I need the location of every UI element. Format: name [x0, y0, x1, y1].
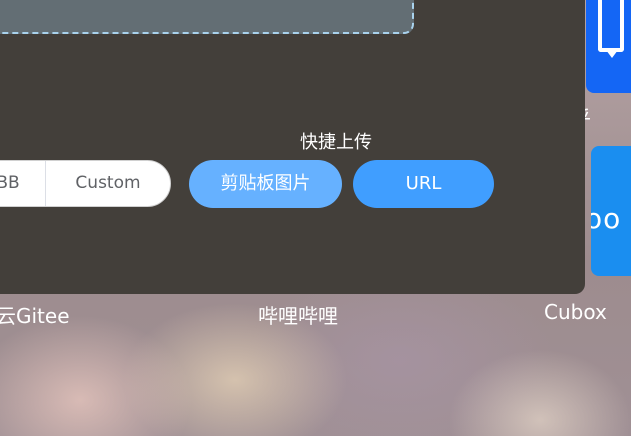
- zhihu-logo-icon: [598, 0, 624, 58]
- upload-source-tabs: BB Custom: [0, 160, 171, 207]
- cubox-tile[interactable]: oo: [591, 146, 631, 276]
- bilibili-app-label[interactable]: 哔哩哔哩: [258, 300, 338, 329]
- cubox-app-label[interactable]: Cubox: [544, 300, 607, 324]
- upload-dropzone[interactable]: [0, 0, 414, 34]
- upload-dialog: [0, 0, 585, 294]
- zhihu-tile[interactable]: [586, 0, 631, 93]
- quick-upload-title: 快捷上传: [300, 132, 372, 153]
- gitee-app-label[interactable]: 云Gitee: [0, 300, 70, 329]
- url-upload-button[interactable]: URL: [353, 160, 494, 208]
- clipboard-image-button[interactable]: 剪贴板图片: [189, 160, 342, 208]
- cubox-logo-text: oo: [591, 202, 622, 235]
- tab-bb[interactable]: BB: [0, 161, 46, 206]
- tab-custom[interactable]: Custom: [45, 161, 170, 206]
